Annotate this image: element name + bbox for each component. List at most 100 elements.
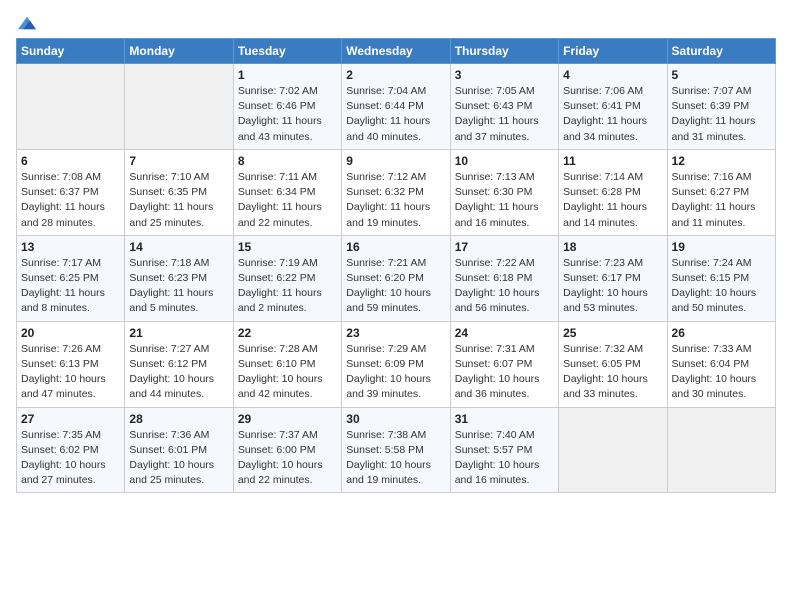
- day-detail: Sunrise: 7:11 AMSunset: 6:34 PMDaylight:…: [238, 170, 337, 231]
- day-detail: Sunrise: 7:13 AMSunset: 6:30 PMDaylight:…: [455, 170, 554, 231]
- day-detail: Sunrise: 7:02 AMSunset: 6:46 PMDaylight:…: [238, 84, 337, 145]
- calendar-cell: 10Sunrise: 7:13 AMSunset: 6:30 PMDayligh…: [450, 149, 558, 235]
- day-number: 23: [346, 326, 445, 340]
- calendar-cell: 29 Sunrise: 7:37 AMSunset: 6:00 PMDayligh…: [233, 407, 341, 493]
- day-number: 5: [672, 68, 771, 82]
- day-detail: Sunrise: 7:26 AMSunset: 6:13 PMDaylight:…: [21, 342, 120, 403]
- calendar-cell: 28 Sunrise: 7:36 AMSunset: 6:01 PMDayligh…: [125, 407, 233, 493]
- day-number: 3: [455, 68, 554, 82]
- day-detail: Sunrise: 7:36 AMSunset: 6:01 PMDaylight:…: [129, 428, 228, 489]
- day-detail: Sunrise: 7:08 AMSunset: 6:37 PMDaylight:…: [21, 170, 120, 231]
- day-of-week-header: Friday: [559, 39, 667, 64]
- calendar-cell: [125, 64, 233, 150]
- day-detail: Sunrise: 7:10 AMSunset: 6:35 PMDaylight:…: [129, 170, 228, 231]
- calendar-cell: 3 Sunrise: 7:05 AMSunset: 6:43 PMDaylight…: [450, 64, 558, 150]
- day-detail: Sunrise: 7:32 AMSunset: 6:05 PMDaylight:…: [563, 342, 662, 403]
- day-detail: Sunrise: 7:23 AMSunset: 6:17 PMDaylight:…: [563, 256, 662, 317]
- day-detail: Sunrise: 7:16 AMSunset: 6:27 PMDaylight:…: [672, 170, 771, 231]
- day-number: 8: [238, 154, 337, 168]
- day-number: 1: [238, 68, 337, 82]
- calendar-cell: 7 Sunrise: 7:10 AMSunset: 6:35 PMDaylight…: [125, 149, 233, 235]
- day-number: 11: [563, 154, 662, 168]
- day-detail: Sunrise: 7:19 AMSunset: 6:22 PMDaylight:…: [238, 256, 337, 317]
- calendar-cell: 17 Sunrise: 7:22 AMSunset: 6:18 PMDayligh…: [450, 235, 558, 321]
- calendar-cell: 20 Sunrise: 7:26 AMSunset: 6:13 PMDayligh…: [17, 321, 125, 407]
- day-of-week-header: Saturday: [667, 39, 775, 64]
- calendar-cell: 8 Sunrise: 7:11 AMSunset: 6:34 PMDaylight…: [233, 149, 341, 235]
- day-detail: Sunrise: 7:40 AMSunset: 5:57 PMDaylight:…: [455, 428, 554, 489]
- day-detail: Sunrise: 7:18 AMSunset: 6:23 PMDaylight:…: [129, 256, 228, 317]
- day-number: 17: [455, 240, 554, 254]
- day-detail: Sunrise: 7:22 AMSunset: 6:18 PMDaylight:…: [455, 256, 554, 317]
- day-of-week-header: Tuesday: [233, 39, 341, 64]
- day-detail: Sunrise: 7:37 AMSunset: 6:00 PMDaylight:…: [238, 428, 337, 489]
- day-detail: Sunrise: 7:33 AMSunset: 6:04 PMDaylight:…: [672, 342, 771, 403]
- calendar-cell: [17, 64, 125, 150]
- day-of-week-header: Thursday: [450, 39, 558, 64]
- day-number: 15: [238, 240, 337, 254]
- day-number: 14: [129, 240, 228, 254]
- day-of-week-header: Sunday: [17, 39, 125, 64]
- calendar-cell: 23 Sunrise: 7:29 AMSunset: 6:09 PMDayligh…: [342, 321, 450, 407]
- calendar-cell: 19 Sunrise: 7:24 AMSunset: 6:15 PMDayligh…: [667, 235, 775, 321]
- day-number: 22: [238, 326, 337, 340]
- calendar-cell: 31 Sunrise: 7:40 AMSunset: 5:57 PMDayligh…: [450, 407, 558, 493]
- calendar-cell: 11 Sunrise: 7:14 AMSunset: 6:28 PMDayligh…: [559, 149, 667, 235]
- calendar-table: SundayMondayTuesdayWednesdayThursdayFrid…: [16, 38, 776, 493]
- calendar-header-row: SundayMondayTuesdayWednesdayThursdayFrid…: [17, 39, 776, 64]
- day-number: 13: [21, 240, 120, 254]
- day-number: 27: [21, 412, 120, 426]
- calendar-cell: [559, 407, 667, 493]
- day-number: 2: [346, 68, 445, 82]
- day-number: 18: [563, 240, 662, 254]
- calendar-cell: 21Sunrise: 7:27 AMSunset: 6:12 PMDayligh…: [125, 321, 233, 407]
- day-detail: Sunrise: 7:14 AMSunset: 6:28 PMDaylight:…: [563, 170, 662, 231]
- day-detail: Sunrise: 7:29 AMSunset: 6:09 PMDaylight:…: [346, 342, 445, 403]
- day-detail: Sunrise: 7:21 AMSunset: 6:20 PMDaylight:…: [346, 256, 445, 317]
- day-detail: Sunrise: 7:38 AMSunset: 5:58 PMDaylight:…: [346, 428, 445, 489]
- day-detail: Sunrise: 7:05 AMSunset: 6:43 PMDaylight:…: [455, 84, 554, 145]
- calendar-cell: 15 Sunrise: 7:19 AMSunset: 6:22 PMDayligh…: [233, 235, 341, 321]
- calendar-cell: [667, 407, 775, 493]
- calendar-week-row: 20 Sunrise: 7:26 AMSunset: 6:13 PMDayligh…: [17, 321, 776, 407]
- day-detail: Sunrise: 7:24 AMSunset: 6:15 PMDaylight:…: [672, 256, 771, 317]
- calendar-cell: 14 Sunrise: 7:18 AMSunset: 6:23 PMDayligh…: [125, 235, 233, 321]
- day-detail: Sunrise: 7:07 AMSunset: 6:39 PMDaylight:…: [672, 84, 771, 145]
- day-detail: Sunrise: 7:31 AMSunset: 6:07 PMDaylight:…: [455, 342, 554, 403]
- day-number: 4: [563, 68, 662, 82]
- day-number: 12: [672, 154, 771, 168]
- day-number: 7: [129, 154, 228, 168]
- calendar-cell: 13 Sunrise: 7:17 AMSunset: 6:25 PMDayligh…: [17, 235, 125, 321]
- day-detail: Sunrise: 7:12 AMSunset: 6:32 PMDaylight:…: [346, 170, 445, 231]
- calendar-week-row: 13 Sunrise: 7:17 AMSunset: 6:25 PMDayligh…: [17, 235, 776, 321]
- calendar-cell: 25 Sunrise: 7:32 AMSunset: 6:05 PMDayligh…: [559, 321, 667, 407]
- page-header: [16, 16, 776, 30]
- day-number: 29: [238, 412, 337, 426]
- calendar-cell: 2 Sunrise: 7:04 AMSunset: 6:44 PMDaylight…: [342, 64, 450, 150]
- day-detail: Sunrise: 7:17 AMSunset: 6:25 PMDaylight:…: [21, 256, 120, 317]
- calendar-week-row: 6 Sunrise: 7:08 AMSunset: 6:37 PMDaylight…: [17, 149, 776, 235]
- calendar-cell: 1 Sunrise: 7:02 AMSunset: 6:46 PMDaylight…: [233, 64, 341, 150]
- calendar-cell: 6 Sunrise: 7:08 AMSunset: 6:37 PMDaylight…: [17, 149, 125, 235]
- day-of-week-header: Monday: [125, 39, 233, 64]
- day-number: 25: [563, 326, 662, 340]
- calendar-cell: 16 Sunrise: 7:21 AMSunset: 6:20 PMDayligh…: [342, 235, 450, 321]
- day-number: 20: [21, 326, 120, 340]
- calendar-week-row: 27Sunrise: 7:35 AMSunset: 6:02 PMDayligh…: [17, 407, 776, 493]
- day-number: 31: [455, 412, 554, 426]
- logo: [16, 16, 36, 30]
- calendar-cell: 30Sunrise: 7:38 AMSunset: 5:58 PMDayligh…: [342, 407, 450, 493]
- day-number: 19: [672, 240, 771, 254]
- calendar-cell: 26 Sunrise: 7:33 AMSunset: 6:04 PMDayligh…: [667, 321, 775, 407]
- day-number: 28: [129, 412, 228, 426]
- day-number: 24: [455, 326, 554, 340]
- calendar-week-row: 1 Sunrise: 7:02 AMSunset: 6:46 PMDaylight…: [17, 64, 776, 150]
- day-number: 16: [346, 240, 445, 254]
- day-of-week-header: Wednesday: [342, 39, 450, 64]
- calendar-cell: 24 Sunrise: 7:31 AMSunset: 6:07 PMDayligh…: [450, 321, 558, 407]
- day-number: 26: [672, 326, 771, 340]
- day-detail: Sunrise: 7:04 AMSunset: 6:44 PMDaylight:…: [346, 84, 445, 145]
- logo-icon: [18, 16, 36, 30]
- day-number: 21: [129, 326, 228, 340]
- day-number: 6: [21, 154, 120, 168]
